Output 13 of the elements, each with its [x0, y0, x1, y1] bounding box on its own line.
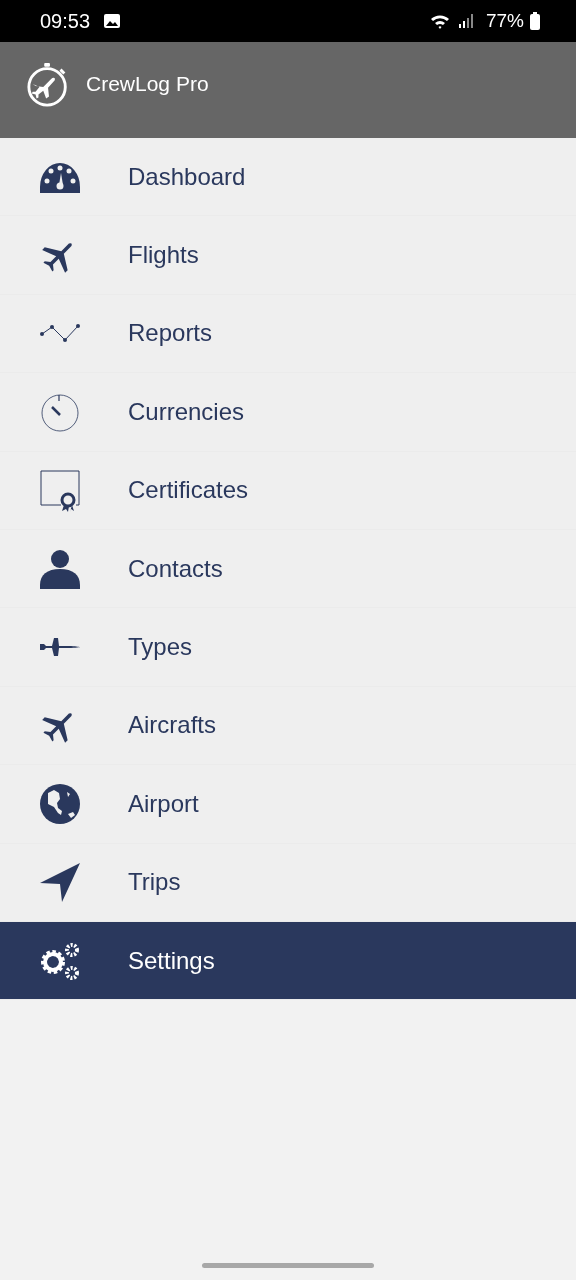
settings-icon — [40, 940, 80, 981]
menu-item[interactable]: Settings — [0, 921, 576, 1001]
stopwatch-icon — [40, 391, 80, 432]
battery-percent: 77% — [485, 10, 524, 32]
home-indicator[interactable] — [202, 1262, 374, 1268]
certificate-icon — [40, 470, 80, 511]
battery-icon — [530, 12, 540, 30]
clock: 09:53 — [40, 9, 91, 33]
globe-icon — [40, 783, 80, 824]
navigation-arrow-icon — [40, 862, 80, 903]
app-title: CrewLog Pro — [86, 72, 209, 96]
notification-icon — [102, 11, 123, 31]
person-icon — [40, 548, 80, 589]
